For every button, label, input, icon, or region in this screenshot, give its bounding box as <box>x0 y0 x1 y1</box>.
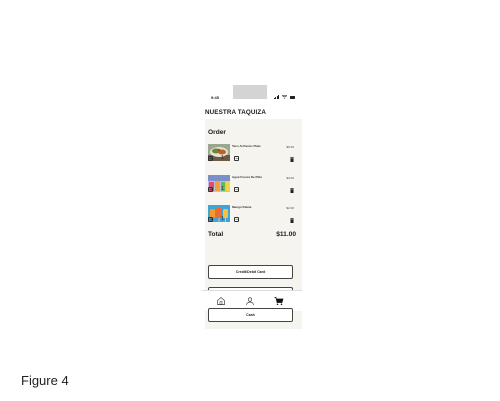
canvas: 9:45 NUESTRA TAQUIZA Order Taco Al Pasto… <box>0 0 500 401</box>
trash-icon[interactable] <box>290 188 294 193</box>
plus-button[interactable]: + <box>208 217 213 223</box>
minus-button[interactable]: − <box>234 156 239 162</box>
trash-icon[interactable] <box>290 157 294 162</box>
battery-icon <box>290 96 295 99</box>
cash-button[interactable]: Cash <box>208 308 293 322</box>
profile-icon[interactable] <box>245 296 255 306</box>
order-heading: Order <box>208 129 226 136</box>
signal-icon <box>273 95 279 99</box>
cart-icon[interactable] <box>274 296 284 306</box>
item-name: Taco Al Pastor Plate <box>232 144 261 148</box>
plus-button[interactable]: + <box>208 156 213 162</box>
credit-debit-card-button[interactable]: Credit/Debit Card <box>208 265 293 279</box>
item-price: $6.00 <box>286 145 294 149</box>
item-price: $2.00 <box>286 206 294 210</box>
phone-notch <box>233 85 267 99</box>
phone-screen: 9:45 NUESTRA TAQUIZA Order Taco Al Pasto… <box>202 84 302 330</box>
order-item: Agua Fresca De Piña $3.00 + 1 − <box>208 175 294 199</box>
item-name: Agua Fresca De Piña <box>232 175 262 179</box>
total-label: Total <box>208 231 224 238</box>
minus-button[interactable]: − <box>234 217 239 223</box>
status-time: 9:45 <box>211 95 220 100</box>
figure-caption: Figure 4 <box>21 373 69 388</box>
quantity-value: 1 <box>221 216 224 222</box>
home-icon[interactable] <box>216 296 226 306</box>
status-icons <box>273 95 295 99</box>
quantity-value: 1 <box>221 186 224 192</box>
wifi-icon <box>282 95 287 99</box>
trash-icon[interactable] <box>290 218 294 223</box>
total-value: $11.00 <box>276 231 296 238</box>
plus-button[interactable]: + <box>208 187 213 193</box>
order-item: Taco Al Pastor Plate $6.00 + 1 − <box>208 144 294 168</box>
order-item: Mango Paleta $2.00 + 1 − <box>208 205 294 229</box>
item-price: $3.00 <box>286 176 294 180</box>
item-name: Mango Paleta <box>232 205 252 209</box>
app-title: NUESTRA TAQUIZA <box>205 109 266 116</box>
minus-button[interactable]: − <box>234 187 239 193</box>
quantity-value: 1 <box>221 155 224 161</box>
